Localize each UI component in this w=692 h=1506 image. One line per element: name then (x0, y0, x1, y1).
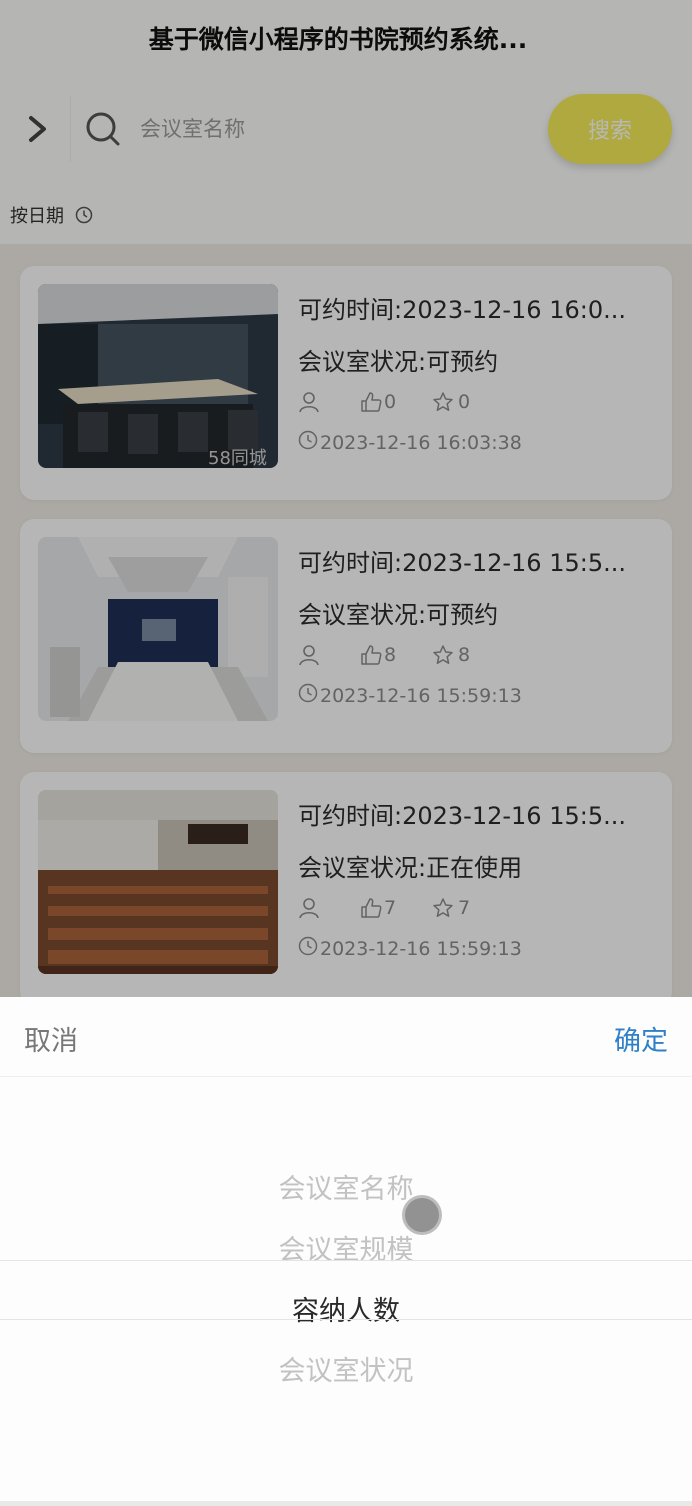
picker-header: 取消 确定 (0, 997, 692, 1077)
picker-selection-line (0, 1260, 692, 1261)
picker-option[interactable]: 会议室名称 (0, 1167, 692, 1206)
confirm-button[interactable]: 确定 (614, 1019, 668, 1058)
touch-indicator (402, 1195, 442, 1235)
picker-selection-line (0, 1319, 692, 1320)
bottom-bar (0, 1501, 692, 1506)
picker-option[interactable]: 会议室状况 (0, 1349, 692, 1388)
modal-overlay[interactable] (0, 0, 692, 997)
picker-option[interactable]: 会议室规模 (0, 1228, 692, 1267)
picker-sheet: 取消 确定 会议室名称 会议室规模 容纳人数 会议室状况 (0, 997, 692, 1506)
app-page: 基于微信小程序的书院预约系统... 搜索 按日期 (0, 0, 692, 1506)
picker-option-selected[interactable]: 容纳人数 (0, 1289, 692, 1328)
cancel-button[interactable]: 取消 (24, 1019, 78, 1058)
